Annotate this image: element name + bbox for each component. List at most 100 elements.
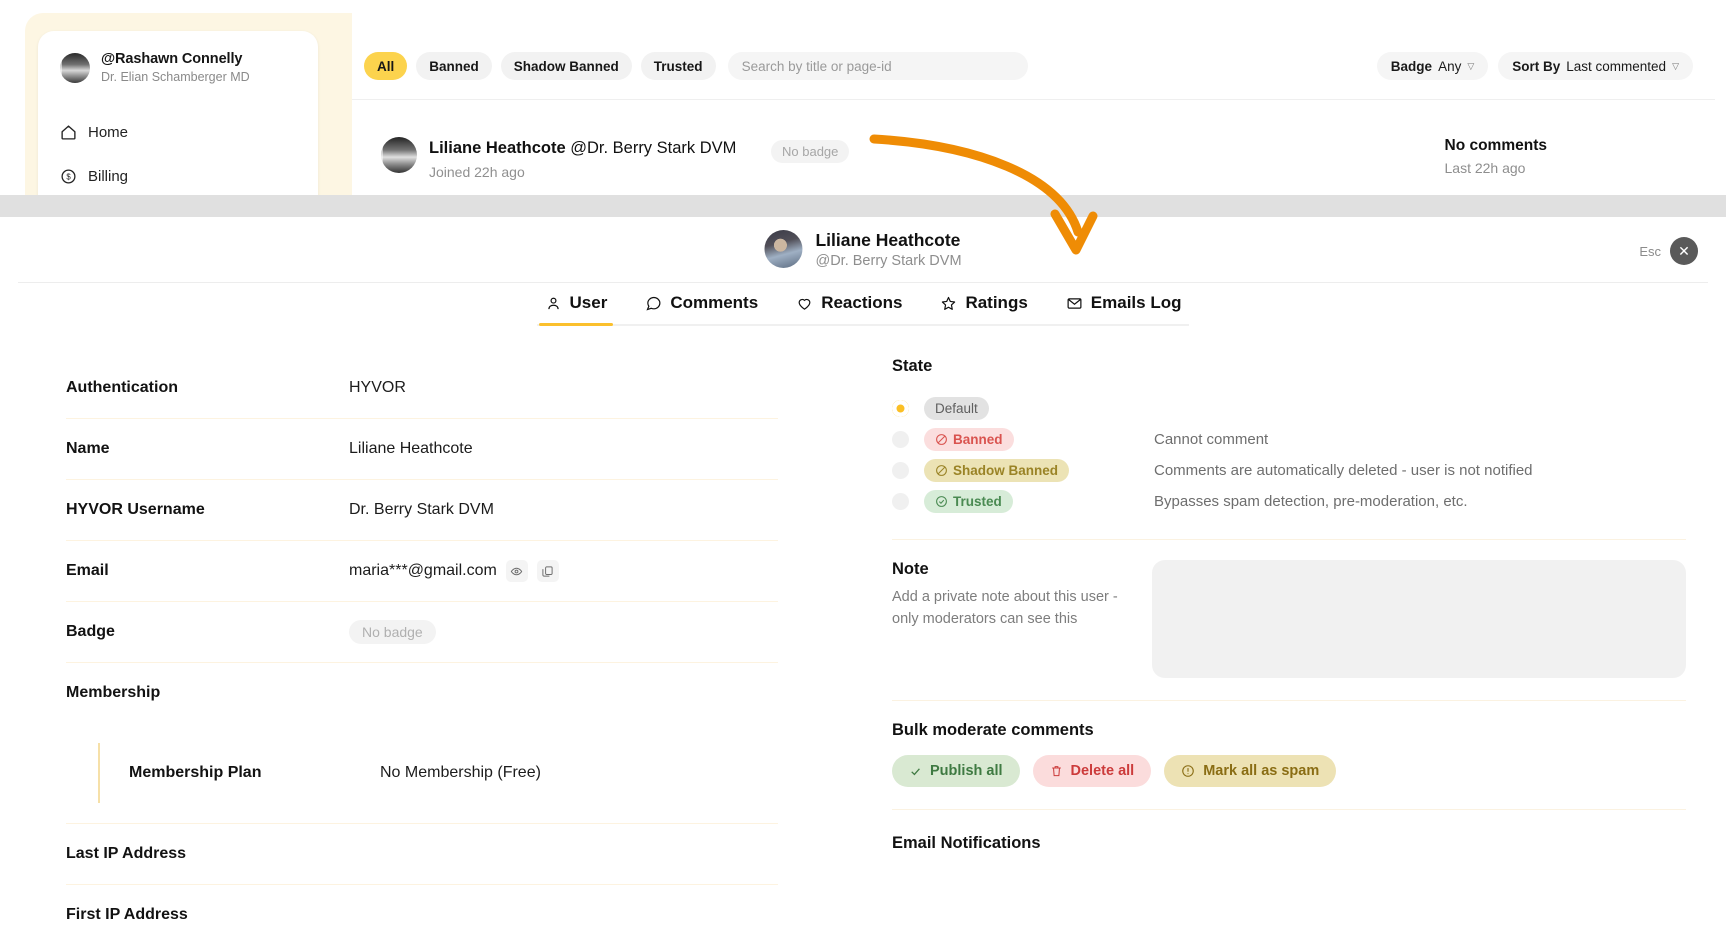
state-option-trusted[interactable]: Trusted Bypasses spam detection, pre-mod… (892, 486, 1686, 517)
field-label: Authentication (66, 379, 349, 397)
tab-label: Emails Log (1091, 293, 1182, 313)
chevron-down-icon: ▽ (1467, 61, 1474, 72)
svg-text:$: $ (66, 172, 71, 181)
tab-label: Comments (670, 293, 758, 313)
warning-icon (1181, 764, 1195, 778)
user-detail-modal: Liliane Heathcote @Dr. Berry Stark DVM E… (0, 217, 1726, 951)
field-name: Name Liliane Heathcote (66, 418, 778, 479)
modal-user-handle: @Dr. Berry Stark DVM (815, 253, 961, 269)
tab-label: Ratings (965, 293, 1027, 313)
user-moderation-column: State Default (866, 357, 1726, 951)
sidebar-item-label: Billing (88, 168, 128, 185)
state-chip: Banned (924, 428, 1014, 451)
tab-ratings[interactable]: Ratings (934, 287, 1033, 324)
note-textarea[interactable] (1152, 560, 1686, 678)
state-option-shadow-banned[interactable]: Shadow Banned Comments are automatically… (892, 455, 1686, 486)
radio-icon[interactable] (892, 493, 909, 510)
modal-close-group[interactable]: Esc ✕ (1639, 237, 1698, 265)
trash-icon (1050, 764, 1063, 778)
publish-all-button[interactable]: Publish all (892, 755, 1020, 787)
user-row-name: Liliane Heathcote (429, 139, 566, 157)
state-chip: Trusted (924, 490, 1013, 513)
billing-icon: $ (60, 168, 77, 185)
sort-by-dropdown[interactable]: Sort By Last commented ▽ (1498, 52, 1693, 80)
button-label: Publish all (930, 763, 1003, 779)
sidebar-item-billing[interactable]: $ Billing (60, 168, 128, 185)
tab-reactions[interactable]: Reactions (790, 287, 908, 324)
tab-label: Reactions (821, 293, 902, 313)
delete-all-button[interactable]: Delete all (1033, 755, 1152, 787)
tab-comments[interactable]: Comments (639, 287, 764, 324)
state-option-default[interactable]: Default (892, 393, 1686, 424)
account-summary[interactable]: @Rashawn Connelly Dr. Elian Schamberger … (60, 51, 250, 84)
modal-overlay-band (0, 195, 1726, 217)
field-authentication: Authentication HYVOR (66, 357, 778, 418)
sidebar-item-home[interactable]: Home (60, 124, 128, 141)
field-label: HYVOR Username (66, 501, 349, 519)
badge-filter-dropdown[interactable]: Badge Any ▽ (1377, 52, 1488, 80)
tab-user[interactable]: User (539, 287, 614, 324)
eye-icon[interactable] (506, 560, 528, 582)
sort-value: Last commented (1566, 59, 1666, 74)
state-chip-label: Trusted (953, 494, 1002, 509)
user-row-comments-count: No comments (1445, 137, 1548, 155)
filter-pill-group: All Banned Shadow Banned Trusted Search … (364, 52, 1028, 80)
field-label: Email (66, 562, 349, 580)
state-description: Bypasses spam detection, pre-moderation,… (1154, 493, 1468, 510)
field-value: Dr. Berry Stark DVM (349, 501, 494, 519)
section-divider (892, 809, 1686, 810)
state-section: State Default (866, 357, 1726, 517)
state-options: Default Banned Cannot comment (892, 393, 1686, 517)
list-toolbar: All Banned Shadow Banned Trusted Search … (352, 31, 1715, 99)
avatar (60, 53, 90, 83)
field-badge: Badge No badge (66, 601, 778, 662)
user-list-row[interactable]: Liliane Heathcote @Dr. Berry Stark DVM N… (352, 115, 1715, 203)
copy-icon[interactable] (537, 560, 559, 582)
heart-icon (796, 295, 813, 312)
membership-indent-bar (98, 743, 100, 803)
field-last-ip-address: Last IP Address (66, 823, 778, 884)
search-input[interactable]: Search by title or page-id (728, 52, 1028, 80)
filter-pill-trusted[interactable]: Trusted (641, 52, 716, 80)
background-app-layer: @Rashawn Connelly Dr. Elian Schamberger … (0, 0, 1726, 218)
user-details-column: Authentication HYVOR Name Liliane Heathc… (0, 357, 866, 951)
note-description: Add a private note about this user - onl… (892, 587, 1120, 631)
ban-icon (935, 433, 948, 446)
state-option-banned[interactable]: Banned Cannot comment (892, 424, 1686, 455)
close-icon[interactable]: ✕ (1670, 237, 1698, 265)
field-label: Membership (66, 684, 349, 702)
field-first-ip-address: First IP Address (66, 884, 778, 945)
ban-icon (935, 464, 948, 477)
bulk-moderate-section: Bulk moderate comments Publish all (866, 721, 1726, 787)
button-label: Delete all (1071, 763, 1135, 779)
modal-user-name: Liliane Heathcote (815, 230, 961, 252)
radio-icon[interactable] (892, 462, 909, 479)
field-value: Liliane Heathcote (349, 440, 473, 458)
membership-plan-value: No Membership (Free) (380, 764, 541, 782)
tab-emails-log[interactable]: Emails Log (1060, 287, 1188, 324)
filter-pill-all[interactable]: All (364, 52, 407, 80)
membership-plan-label: Membership Plan (129, 764, 380, 782)
mark-all-as-spam-button[interactable]: Mark all as spam (1164, 755, 1336, 787)
filter-pill-banned[interactable]: Banned (416, 52, 492, 80)
badge-chip: No badge (349, 620, 436, 644)
field-membership: Membership (66, 662, 778, 723)
radio-icon[interactable] (892, 431, 909, 448)
radio-icon[interactable] (892, 400, 909, 417)
button-label: Mark all as spam (1203, 763, 1319, 779)
sidebar-item-label: Home (88, 124, 128, 141)
field-value-group: No badge (349, 620, 436, 644)
field-label: Name (66, 440, 349, 458)
state-chip-label: Banned (953, 432, 1003, 447)
avatar (381, 137, 417, 173)
modal-header: Liliane Heathcote @Dr. Berry Stark DVM E… (0, 217, 1726, 283)
filter-pill-shadow-banned[interactable]: Shadow Banned (501, 52, 632, 80)
modal-content: Authentication HYVOR Name Liliane Heathc… (0, 357, 1726, 951)
home-icon (60, 124, 77, 141)
state-description: Comments are automatically deleted - use… (1154, 462, 1533, 479)
user-row-handle: @Dr. Berry Stark DVM (570, 139, 736, 157)
email-notifications-section: Email Notifications (866, 834, 1726, 853)
app-root: @Rashawn Connelly Dr. Elian Schamberger … (0, 0, 1726, 951)
state-title: State (892, 357, 1686, 376)
person-icon (545, 295, 562, 312)
